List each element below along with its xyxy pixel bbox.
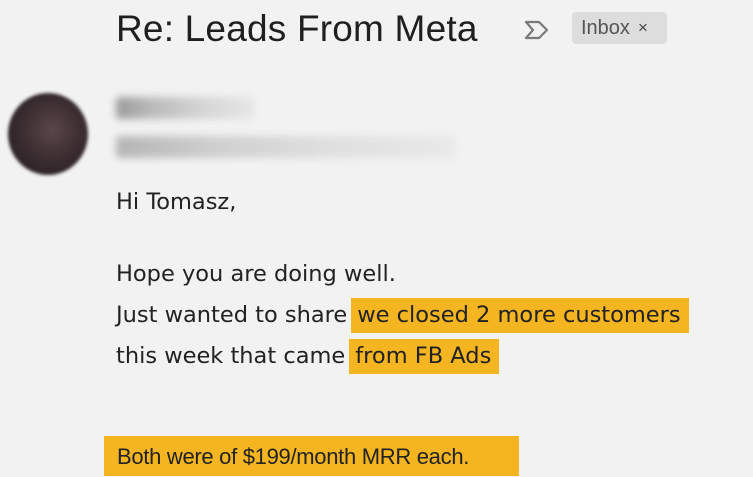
body-line-2-text: Just wanted to share — [116, 302, 348, 328]
body-line-1: Hope you are doing well. — [116, 261, 396, 287]
inbox-label-chip[interactable]: Inbox × — [572, 12, 667, 44]
email-subject: Re: Leads From Meta — [116, 8, 478, 49]
label-outline-icon[interactable] — [523, 18, 551, 42]
sender-avatar[interactable] — [8, 93, 88, 175]
mrr-text: Both were of $199/month MRR each. — [117, 444, 470, 469]
sender-name-redacted — [116, 97, 254, 119]
close-icon[interactable]: × — [638, 18, 648, 38]
highlight-fb-ads: from FB Ads — [349, 339, 500, 374]
highlight-mrr: Both were of $199/month MRR each. — [104, 436, 519, 476]
highlight-customers: we closed 2 more customers — [351, 298, 689, 333]
inbox-label-text: Inbox — [581, 16, 630, 39]
body-line-3: this week that came from FB Ads — [116, 339, 500, 374]
greeting: Hi Tomasz, — [116, 189, 237, 215]
recipients-redacted — [116, 136, 456, 158]
body-line-2: Just wanted to share we closed 2 more cus… — [116, 298, 689, 333]
body-line-3-text: this week that came — [116, 343, 346, 369]
